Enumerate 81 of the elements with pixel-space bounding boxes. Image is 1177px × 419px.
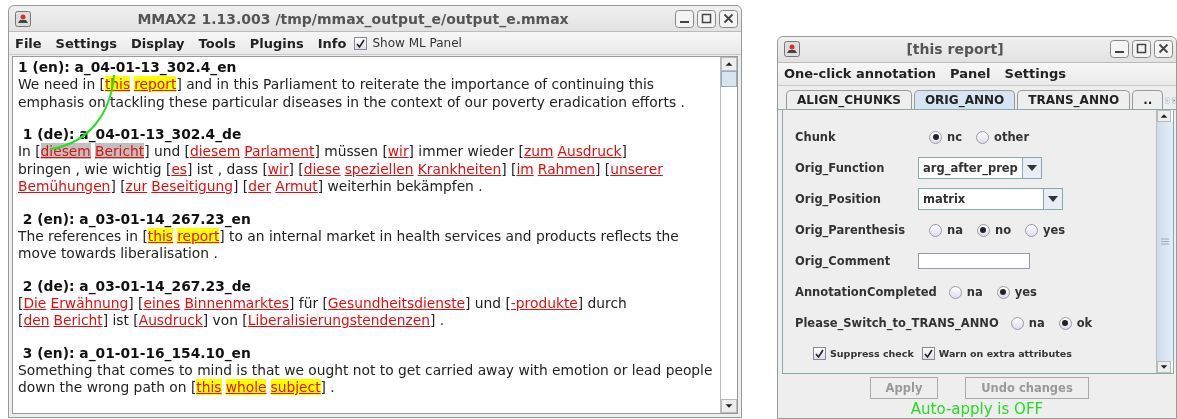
window-title: MMAX2 1.13.003 /tmp/mmax_output_e/output_e.mmax	[136, 10, 570, 27]
text-line: emphasis on tackling these particular diseases in the context of our poverty eradication efforts .	[18, 93, 686, 111]
attribute-label: Orig_Position	[795, 192, 882, 207]
menu-item[interactable]: Panel	[950, 66, 991, 82]
scroll-down-icon[interactable]	[721, 399, 737, 413]
radio-label: yes	[1014, 285, 1037, 300]
radio-button[interactable]	[1025, 223, 1039, 237]
radio-label: other	[994, 130, 1030, 145]
checkbox[interactable]	[354, 36, 368, 50]
menu-item[interactable]: File	[15, 35, 42, 51]
attribute-label: Orig_Parenthesis	[795, 223, 907, 238]
minimize-icon[interactable]	[1110, 40, 1129, 59]
window-title: [this report]	[905, 41, 1005, 58]
text-line: down the wrong path on [this whole subject] .	[18, 379, 336, 397]
radio-label: yes	[1043, 223, 1066, 238]
attribute-label: AnnotationCompleted	[795, 285, 937, 300]
maximize-icon[interactable]	[697, 9, 716, 28]
menu-item[interactable]: One-click annotation	[784, 66, 937, 82]
radio-button[interactable]	[929, 223, 942, 237]
tab[interactable]: TRANS_ANNO	[1017, 89, 1131, 109]
checkbox[interactable]	[921, 346, 935, 360]
radio-label: ok	[1076, 316, 1093, 331]
app-icon[interactable]	[15, 10, 31, 27]
menu-item[interactable]: Display	[131, 35, 185, 51]
text-line: [den Bericht] ist [Ausdruck] von [Liberalisierungstendenzen] .	[18, 312, 446, 330]
menu-item[interactable]: Info	[317, 35, 347, 51]
caret-icon	[1027, 165, 1037, 172]
sentence-header: 1 (en): a_04-01-13_302.4_en	[18, 59, 238, 76]
text-line: [Die Erwähnung] [eines Binnenmarktes] für [Gesundheitsdienste] und [-produkte] durch	[18, 294, 628, 312]
attribute-label: Orig_Comment	[795, 254, 892, 269]
text-line: bringen , wie wichtig [es] ist , dass [wir] [diese speziellen Krankheiten] [im Rahmen] [unserer	[18, 160, 664, 178]
radio-label: na	[1028, 316, 1045, 331]
checkbox-label: Suppress check	[830, 347, 914, 359]
app-icon[interactable]	[784, 41, 800, 58]
dropdown[interactable]: matrix	[918, 188, 1063, 211]
scroll-thumb[interactable]	[721, 71, 737, 87]
maximize-icon[interactable]	[1132, 40, 1151, 59]
radio-button[interactable]	[929, 130, 942, 144]
radio-button[interactable]	[996, 285, 1010, 299]
attribute-label: Chunk	[795, 130, 837, 145]
radio-label: nc	[947, 130, 962, 145]
text-line: Bemühungen] [zur Beseitigung] [der Armut] weiterhin bekämpfen .	[18, 178, 484, 196]
close-icon[interactable]	[1154, 40, 1173, 59]
checkbox[interactable]	[813, 346, 826, 360]
grip-icon[interactable]	[1161, 237, 1169, 245]
checkbox-label: Show ML Panel	[372, 36, 462, 50]
radio-button[interactable]	[976, 130, 989, 144]
scrollbar[interactable]	[720, 57, 737, 413]
attribute-label: Orig_Function	[795, 161, 886, 176]
radio-button[interactable]	[1058, 316, 1072, 330]
radio-label: no	[994, 223, 1012, 238]
status-message: Auto-apply is OFF	[909, 400, 1045, 418]
radio-label: na	[947, 223, 963, 238]
text-line: move towards liberalisation .	[18, 245, 219, 263]
menu-item[interactable]: Settings	[55, 35, 117, 51]
tab[interactable]: ALIGN_CHUNKS	[786, 89, 912, 109]
scroll-up-icon[interactable]	[721, 57, 737, 71]
sentence-header: 3 (en): a_01-01-16_154.10_en	[21, 344, 252, 362]
tab[interactable]: ..	[1132, 89, 1164, 109]
sentence-header: 2 (de): a_03-01-14_267.23_de	[21, 277, 252, 295]
attribute-label: Please_Switch_to_TRANS_ANNO	[795, 316, 999, 331]
radio-button[interactable]	[976, 223, 990, 237]
checkbox-label: Warn on extra attributes	[938, 347, 1072, 359]
minimize-icon[interactable]	[675, 9, 694, 28]
radio-button[interactable]	[1010, 316, 1024, 330]
menu-item[interactable]: Plugins	[249, 35, 304, 51]
close-icon[interactable]	[719, 9, 738, 28]
scrollbar[interactable]	[1156, 109, 1173, 373]
comment-field[interactable]	[918, 253, 1030, 270]
menu-item[interactable]: Settings	[1004, 66, 1066, 82]
text-line: Something that comes to mind is that we ought not to get carried away with emotion or lead people	[18, 361, 714, 379]
menu-item[interactable]: Tools	[198, 35, 236, 51]
dropdown[interactable]: arg_after_prep	[918, 157, 1042, 180]
tab[interactable]: ORIG_ANNO	[913, 89, 1016, 109]
sentence-header: 2 (en): a_03-01-14_267.23_en	[21, 210, 252, 228]
text-line: The references in [this report] to an internal market in health services and products reflects the	[18, 227, 680, 245]
radio-button[interactable]	[948, 285, 962, 299]
radio-label: na	[966, 285, 983, 300]
scroll-down-icon[interactable]	[1157, 361, 1171, 373]
caret-icon	[1048, 196, 1058, 203]
text-line: In [diesem Bericht] und [diesem Parlament] müssen [wir] immer wieder [zum Ausdruck]	[18, 143, 628, 161]
